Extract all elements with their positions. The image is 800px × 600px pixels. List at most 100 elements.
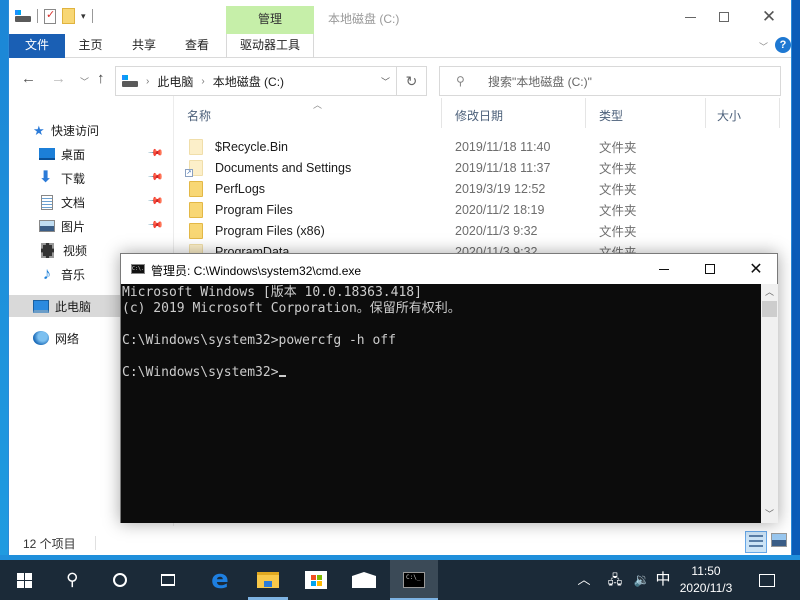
recent-locations-icon[interactable]: ﹀	[80, 75, 89, 88]
sidebar-item-label: 图片	[61, 219, 86, 234]
folder-icon	[189, 201, 203, 218]
file-type: 文件夹	[599, 162, 637, 176]
file-row[interactable]: Program Files (x86) 2020/11/3 9:32 文件夹	[179, 220, 785, 241]
column-separator[interactable]	[441, 98, 442, 128]
folder-icon	[189, 222, 203, 239]
cortana-button[interactable]	[96, 560, 144, 600]
console-prompt-line[interactable]: C:\Windows\system32>	[122, 365, 761, 381]
details-view-icon	[749, 535, 763, 549]
breadcrumb-separator[interactable]: ›	[146, 76, 149, 87]
action-center-icon[interactable]	[756, 560, 778, 600]
refresh-button[interactable]: ↻	[397, 66, 427, 96]
properties-icon[interactable]	[44, 8, 56, 24]
store-button[interactable]	[292, 560, 340, 600]
minimize-icon	[684, 16, 696, 18]
console-output[interactable]: Microsoft Windows [版本 10.0.18363.418] (c)…	[121, 284, 761, 523]
address-bar[interactable]: › 此电脑 › 本地磁盘 (C:) ﹀	[115, 66, 397, 96]
network-icon	[33, 331, 49, 345]
manage-context-tab[interactable]: 管理	[226, 6, 314, 34]
back-arrow-icon[interactable]: ←	[21, 70, 36, 87]
sidebar-item-label: 下载	[61, 171, 86, 186]
close-icon: ✕	[749, 261, 763, 278]
task-view-button[interactable]	[144, 560, 192, 600]
cortana-icon	[113, 573, 127, 587]
maximize-button[interactable]	[701, 3, 747, 31]
column-header-size[interactable]: 大小	[709, 96, 779, 130]
column-separator[interactable]	[585, 98, 586, 128]
file-row[interactable]: Program Files 2020/11/2 18:19 文件夹	[179, 199, 785, 220]
text-cursor	[278, 375, 286, 377]
explorer-titlebar[interactable]: ▾ 管理 本地磁盘 (C:) ✕	[9, 0, 791, 34]
console-line: (c) 2019 Microsoft Corporation。保留所有权利。	[122, 301, 461, 316]
close-button[interactable]: ✕	[746, 3, 792, 31]
minimize-icon	[659, 268, 669, 270]
mail-button[interactable]	[340, 560, 388, 600]
new-folder-icon[interactable]	[62, 8, 75, 24]
search-placeholder: 搜索"本地磁盘 (C:)"	[488, 74, 592, 89]
help-icon[interactable]: ?	[775, 37, 791, 53]
column-header-type[interactable]: 类型	[591, 96, 707, 130]
breadcrumb-local-disk[interactable]: 本地磁盘 (C:)	[213, 73, 284, 90]
show-hidden-icons[interactable]: ︿	[576, 560, 592, 600]
column-header-name[interactable]: 名称	[179, 96, 441, 130]
sidebar-item-downloads[interactable]: ⬇ 下载	[39, 167, 199, 189]
cmd-minimize-button[interactable]	[641, 254, 687, 284]
tab-share[interactable]: 共享	[116, 34, 172, 58]
console-line: C:\Windows\system32>powercfg -h off	[122, 333, 396, 348]
volume-icon[interactable]: 🔉	[632, 560, 652, 600]
cmd-taskbar-item[interactable]: C:\_	[390, 560, 438, 600]
sidebar-item-quick-access[interactable]: ★ 快速访问	[33, 119, 193, 141]
ime-indicator[interactable]: 中	[654, 560, 672, 600]
network-status-icon[interactable]: 🖧	[605, 560, 625, 600]
file-type: 文件夹	[599, 204, 637, 218]
window-title: 本地磁盘 (C:)	[328, 12, 400, 26]
tab-home[interactable]: 主页	[65, 34, 116, 58]
toolbar-separator	[91, 9, 93, 23]
tab-view[interactable]: 查看	[172, 34, 222, 58]
sidebar-item-documents[interactable]: 文档	[39, 191, 199, 213]
cmd-close-button[interactable]: ✕	[733, 254, 779, 284]
tab-file[interactable]: 文件	[9, 34, 65, 58]
customize-toolbar-icon[interactable]: ▾	[81, 11, 86, 22]
window-border	[0, 0, 8, 560]
star-icon: ★	[33, 123, 45, 138]
column-header-date[interactable]: 修改日期	[447, 96, 585, 130]
drive-icon[interactable]	[15, 10, 31, 22]
file-date: 2019/11/18 11:37	[455, 160, 551, 175]
vertical-scrollbar[interactable]: ︿ ﹀	[761, 284, 778, 523]
forward-arrow-icon[interactable]: →	[51, 70, 66, 87]
address-dropdown-icon[interactable]: ﹀	[381, 75, 390, 88]
column-separator[interactable]	[705, 98, 706, 128]
search-button[interactable]: ⚲	[48, 560, 96, 600]
document-icon	[41, 194, 53, 210]
file-row[interactable]: PerfLogs 2019/3/19 12:52 文件夹	[179, 178, 785, 199]
scrollbar-thumb[interactable]	[762, 301, 777, 317]
file-name: Program Files (x86)	[215, 223, 325, 238]
file-date: 2020/11/2 18:19	[455, 202, 545, 217]
start-button[interactable]	[0, 560, 48, 600]
file-row[interactable]: $Recycle.Bin 2019/11/18 11:40 文件夹	[179, 136, 785, 157]
up-arrow-icon[interactable]: ↑	[97, 70, 105, 87]
column-separator[interactable]	[779, 98, 780, 128]
edge-button[interactable]: e	[196, 560, 244, 600]
breadcrumb-this-pc[interactable]: 此电脑	[157, 73, 193, 90]
sidebar-item-desktop[interactable]: 桌面	[39, 143, 199, 165]
sidebar-item-pictures[interactable]: 图片	[39, 215, 199, 237]
breadcrumb-separator[interactable]: ›	[201, 76, 204, 87]
file-row[interactable]: ↗ Documents and Settings 2019/11/18 11:3…	[179, 157, 785, 178]
large-icons-view-button[interactable]	[771, 533, 787, 547]
tab-drive-tools[interactable]: 驱动器工具	[226, 34, 314, 58]
file-date: 2019/3/19 12:52	[455, 181, 546, 196]
video-icon	[41, 242, 54, 258]
search-input[interactable]: ⚲ 搜索"本地磁盘 (C:)"	[439, 66, 781, 96]
expand-ribbon-icon[interactable]: ﹀	[759, 40, 768, 53]
scroll-up-icon[interactable]: ︿	[761, 284, 778, 301]
file-explorer-button[interactable]	[244, 560, 292, 600]
cmd-titlebar[interactable]: C:\. 管理员: C:\Windows\system32\cmd.exe ✕	[121, 254, 777, 284]
clock[interactable]: 11:50 2020/11/3	[676, 563, 736, 597]
cmd-icon: C:\_	[403, 572, 425, 588]
folder-icon	[189, 138, 203, 155]
cmd-maximize-button[interactable]	[687, 254, 733, 284]
details-view-button[interactable]	[745, 531, 767, 553]
scroll-down-icon[interactable]: ﹀	[761, 506, 778, 523]
